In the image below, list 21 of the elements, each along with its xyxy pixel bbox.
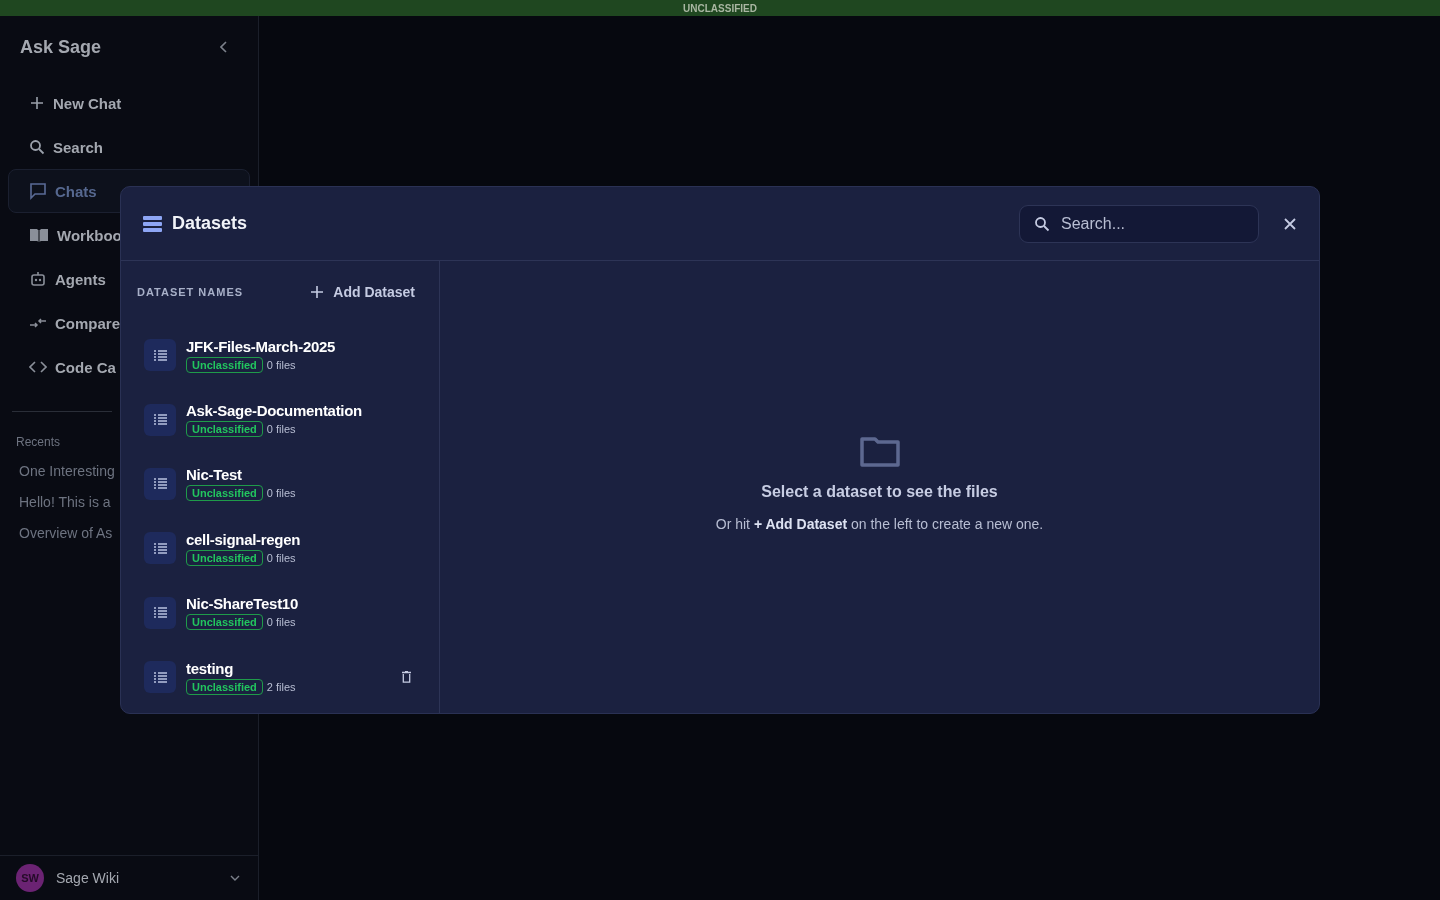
file-count: 2 files [266,680,296,693]
empty-state-hint: Or hit + Add Dataset on the left to create a new one. [715,516,1044,532]
classification-tag: Unclassified [186,678,263,695]
file-count: 0 files [266,423,296,436]
classification-tag: Unclassified [186,614,263,631]
recents-heading: Recents [16,435,62,449]
classification-tag: Unclassified [186,421,263,438]
user-avatar: SW [16,864,44,892]
user-name: Sage Wiki [56,870,121,886]
file-count: 0 files [266,487,296,500]
classification-tag: Unclassified [186,549,263,566]
app-title: Ask Sage [20,36,102,58]
empty-state-title: Select a dataset to see the files [761,483,998,501]
list-heading: DATASET NAMES [137,286,244,298]
classification-tag: Unclassified [186,356,263,373]
classification-banner: UNCLASSIFIED [0,0,1440,16]
dialog-title: Datasets [172,213,249,234]
classification-tag: Unclassified [186,485,263,502]
file-count: 0 files [266,358,296,371]
file-count: 0 files [266,551,296,564]
file-count: 0 files [266,616,296,629]
